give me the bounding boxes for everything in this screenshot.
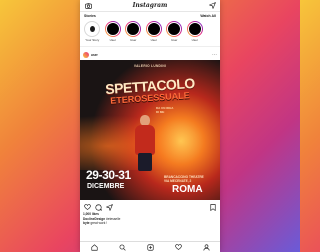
heart-icon[interactable]: [174, 243, 182, 251]
camera-icon[interactable]: [84, 2, 92, 10]
story-label: User: [130, 38, 137, 42]
post-user[interactable]: user: [83, 52, 98, 58]
share-icon[interactable]: [105, 203, 113, 211]
poster-author: VALERIO LUNDINI: [133, 64, 167, 68]
performer-figure: [132, 115, 158, 171]
caption-text: #etesselle: [106, 216, 121, 221]
post-header: user ⋯: [80, 46, 220, 60]
story-label: Your Story: [85, 38, 100, 42]
instagram-phone-mockup: Instagram Stories Watch All Your Story U…: [80, 0, 220, 252]
story-ring: [125, 21, 142, 37]
story-own[interactable]: Your Story: [83, 21, 102, 42]
story-label: User: [191, 38, 198, 42]
comment-username[interactable]: byte: [83, 221, 90, 225]
story-item[interactable]: User: [124, 21, 143, 42]
post-caption: 1,000 likes DoclineDesign #etesselle byt…: [80, 212, 220, 226]
story-label: User: [171, 38, 178, 42]
avatar: [146, 22, 161, 36]
post-actions-left: [83, 203, 113, 211]
poster-venue-line2: VIA MECENATE, 2: [164, 179, 192, 183]
avatar: [105, 22, 120, 36]
post-image[interactable]: VALERIO LUNDINI SPETTACOLO ETEROSESSUALE…: [80, 60, 220, 200]
poster-month: DICEMBRE: [87, 183, 125, 190]
avatar: [83, 52, 89, 58]
bookmark-icon[interactable]: [209, 203, 217, 211]
avatar: [85, 22, 100, 36]
poster-venue: BRANCACCINO THEATRE VIA MECENATE, 2: [164, 175, 204, 183]
story-ring: [166, 21, 183, 37]
likes-text: 1,000 likes: [83, 212, 99, 216]
stories-title: Stories: [84, 14, 96, 18]
bottom-nav: [80, 241, 220, 252]
story-label: User: [150, 38, 157, 42]
top-bar: Instagram: [80, 0, 220, 12]
poster-city: ROMA: [172, 184, 203, 195]
avatar: [187, 22, 202, 36]
app-logo: Instagram: [132, 2, 168, 9]
poster-dates: 29-30-31: [86, 168, 131, 182]
avatar: [167, 22, 182, 36]
heart-icon[interactable]: [83, 203, 91, 211]
caption-username[interactable]: DoclineDesign: [83, 217, 105, 221]
more-icon[interactable]: ⋯: [212, 52, 217, 58]
poster-tagline-line2: DI ME: [156, 109, 165, 114]
story-item[interactable]: User: [165, 21, 184, 42]
story-ring: [84, 21, 101, 37]
profile-icon[interactable]: [202, 243, 210, 251]
story-ring: [186, 21, 203, 37]
search-icon[interactable]: [118, 243, 126, 251]
story-item[interactable]: User: [104, 21, 123, 42]
comment-text: great work !: [90, 221, 108, 226]
avatar: [126, 22, 141, 36]
post-actions: [80, 200, 220, 212]
poster-tagline: DA UN IDEA DI ME: [156, 106, 173, 114]
post-username: user: [91, 53, 98, 57]
performer-body: [135, 125, 155, 155]
comment-icon[interactable]: [94, 203, 102, 211]
home-icon[interactable]: [90, 243, 98, 251]
story-item[interactable]: User: [186, 21, 205, 42]
story-ring: [145, 21, 162, 37]
story-item[interactable]: User: [145, 21, 164, 42]
performer-legs: [138, 153, 152, 171]
add-post-icon[interactable]: [146, 243, 154, 251]
stories-row: Your Story User User User User User: [80, 18, 220, 42]
send-icon[interactable]: [208, 2, 216, 10]
watch-all-link[interactable]: Watch All: [200, 14, 216, 18]
story-label: User: [109, 38, 116, 42]
comment-line: byte great work !: [83, 221, 217, 226]
story-ring: [104, 21, 121, 37]
